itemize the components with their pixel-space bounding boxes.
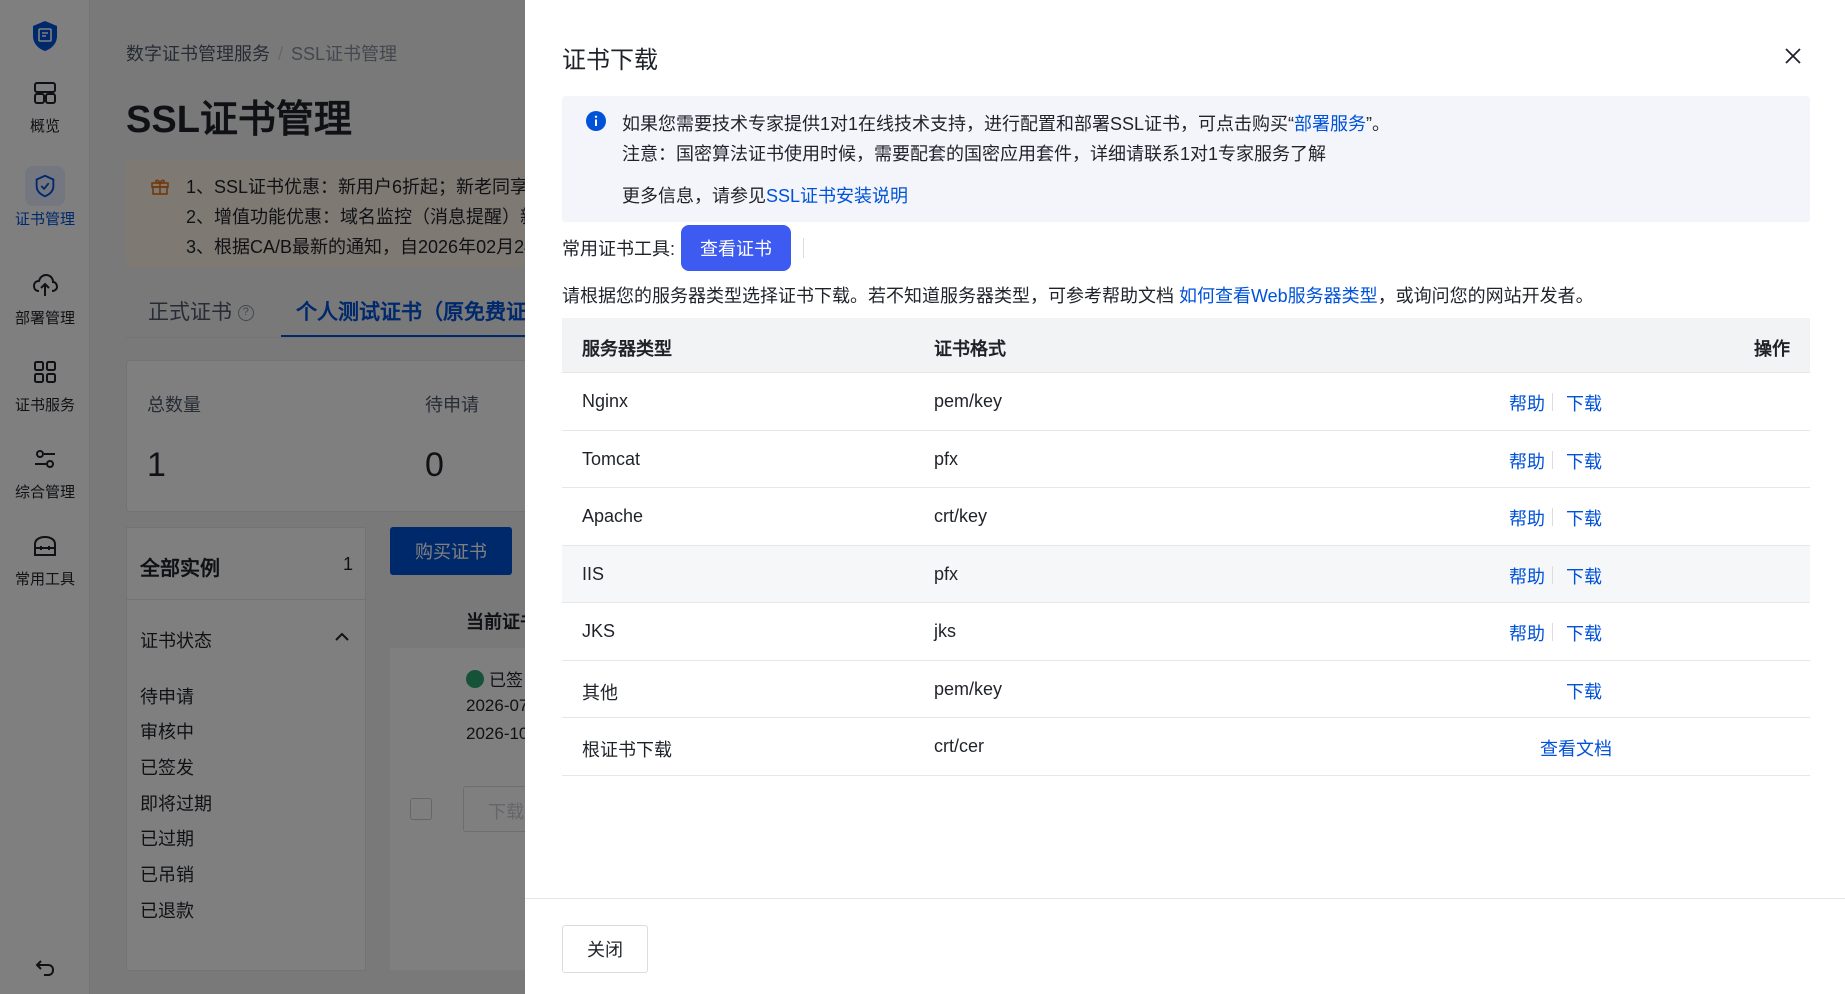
info-text: 如果您需要技术专家提供1对1在线技术支持，进行配置和部署SSL证书，可点击购买“ [622,114,1295,134]
table-row: Nginx pem/key 帮助 下载 [562,373,1810,431]
cert-format: pfx [934,563,959,584]
divider [803,238,805,258]
header-action: 操作 [1754,339,1790,359]
server-type-table: 服务器类型 证书格式 操作 Nginx pem/key 帮助 下载 Tomcat… [562,318,1810,776]
server-type: JKS [582,621,616,641]
cert-format: pem/key [934,678,1003,699]
tools-row: 常用证书工具: 查看证书 [562,225,805,271]
deploy-service-link[interactable]: 部署服务 [1294,114,1366,134]
help-link[interactable]: 帮助 [1509,448,1545,474]
server-type: 根证书下载 [582,740,672,760]
web-server-type-help-link[interactable]: 如何查看Web服务器类型 [1179,286,1378,306]
server-type: 其他 [582,682,618,703]
table-row: Apache crt/key 帮助 下载 [562,488,1810,546]
help-link[interactable]: 帮助 [1509,390,1545,416]
table-row: Tomcat pfx 帮助 下载 [562,430,1810,488]
info-line-2: 注意：国密算法证书使用时候，需要配套的国密应用套件，详细请联系1对1专家服务了解 [622,144,1327,164]
table-header: 服务器类型 证书格式 操作 [562,318,1810,373]
divider [1552,623,1553,641]
info-line-1: 如果您需要技术专家提供1对1在线技术支持，进行配置和部署SSL证书，可点击购买“… [622,110,1390,136]
server-type: IIS [582,563,605,584]
help-link[interactable]: 帮助 [1509,620,1545,646]
table-row: 其他 pem/key 下载 [562,660,1810,718]
download-link[interactable]: 下载 [1566,390,1602,416]
close-icon[interactable] [1783,46,1803,66]
tools-label: 常用证书工具: [562,239,676,259]
divider [1552,508,1553,526]
download-link[interactable]: 下载 [1566,620,1602,646]
server-type: Tomcat [582,448,641,469]
info-circle-icon [586,111,606,131]
close-button[interactable]: 关闭 [562,925,648,973]
header-server-type: 服务器类型 [582,339,672,359]
info-line-3: 更多信息，请参见SSL证书安装说明 [622,182,908,208]
drawer-footer: 关闭 [525,898,1845,994]
divider [1552,565,1553,584]
view-cert-button[interactable]: 查看证书 [681,225,792,271]
cert-format: pfx [934,448,959,469]
download-link[interactable]: 下载 [1566,678,1602,704]
cert-format: crt/cer [934,736,985,756]
help-link[interactable]: 帮助 [1509,563,1545,589]
download-link[interactable]: 下载 [1566,448,1602,474]
cert-format: jks [934,621,956,641]
info-text: ”。 [1366,114,1391,134]
download-link[interactable]: 下载 [1566,563,1602,589]
cert-download-drawer: 证书下载 如果您需要技术专家提供1对1在线技术支持，进行配置和部署SSL证书，可… [525,0,1845,994]
instruction-prefix: 请根据您的服务器类型选择证书下载。若不知道服务器类型，可参考帮助文档 [562,286,1179,306]
info-alert: 如果您需要技术专家提供1对1在线技术支持，进行配置和部署SSL证书，可点击购买“… [562,96,1810,222]
divider [1552,450,1553,469]
table-row: JKS jks 帮助 下载 [562,603,1810,661]
ssl-install-guide-link[interactable]: SSL证书安装说明 [766,186,908,206]
divider [1552,393,1553,411]
cert-format: crt/key [934,506,988,526]
instruction-text: 请根据您的服务器类型选择证书下载。若不知道服务器类型，可参考帮助文档 如何查看W… [562,282,1594,308]
instruction-suffix: ，或询问您的网站开发者。 [1377,286,1594,306]
help-link[interactable]: 帮助 [1509,505,1545,531]
server-type: Nginx [582,391,629,411]
cert-format: pem/key [934,391,1003,411]
view-doc-link[interactable]: 查看文档 [1540,735,1612,761]
header-cert-format: 证书格式 [934,339,1006,359]
info-text: 更多信息，请参见 [622,186,766,206]
download-link[interactable]: 下载 [1566,505,1602,531]
table-row: 根证书下载 crt/cer 查看文档 [562,718,1810,776]
server-type: Apache [582,506,644,526]
drawer-title: 证书下载 [562,47,658,74]
table-row: IIS pfx 帮助 下载 [562,545,1810,603]
